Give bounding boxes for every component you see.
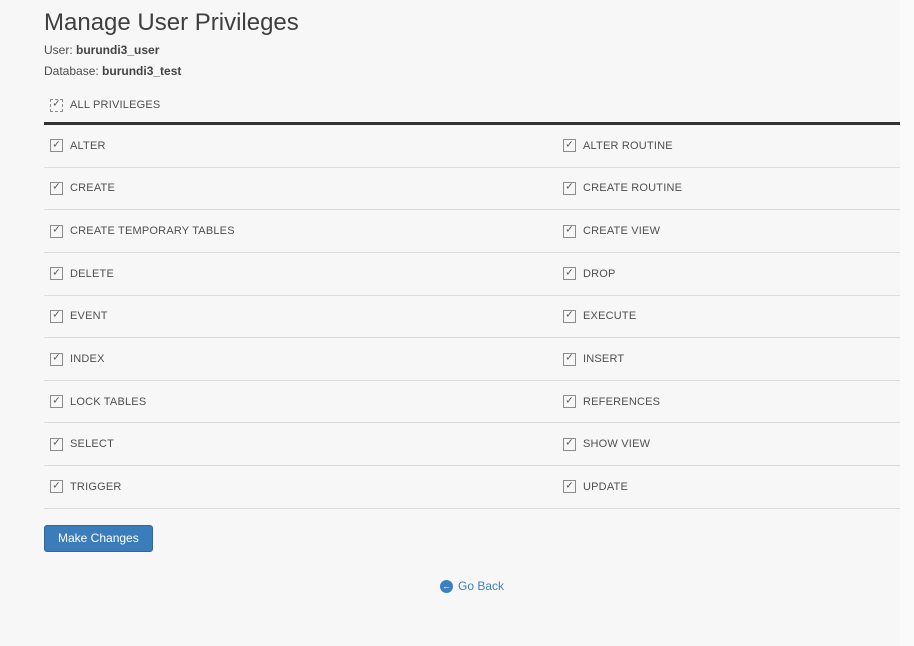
checkmark-icon: ✓: [52, 100, 60, 110]
privilege-label[interactable]: CREATE TEMPORARY TABLES: [70, 225, 235, 237]
privilege-label[interactable]: ALTER: [70, 140, 106, 152]
checkmark-icon: ✓: [52, 481, 60, 491]
privilege-label[interactable]: SHOW VIEW: [583, 438, 650, 450]
checkmark-icon: ✓: [565, 183, 573, 193]
privilege-row: ✓ EVENT ✓ EXECUTE: [44, 296, 900, 339]
checkmark-icon: ✓: [565, 311, 573, 321]
privilege-label[interactable]: ALTER ROUTINE: [583, 140, 673, 152]
privilege-cell: ✓ DROP: [563, 267, 900, 280]
privilege-checkbox[interactable]: ✓: [50, 267, 63, 280]
privilege-cell: ✓ INSERT: [563, 353, 900, 366]
checkmark-icon: ✓: [52, 140, 60, 150]
manage-privileges-page: Manage User Privileges User: burundi3_us…: [44, 0, 900, 594]
privilege-cell: ✓ CREATE TEMPORARY TABLES: [44, 225, 563, 238]
privilege-row: ✓ LOCK TABLES ✓ REFERENCES: [44, 381, 900, 424]
privilege-cell: ✓ TRIGGER: [44, 480, 563, 493]
database-line: Database: burundi3_test: [44, 64, 900, 79]
privilege-cell: ✓ CREATE: [44, 182, 563, 195]
privilege-cell: ✓ REFERENCES: [563, 395, 900, 408]
all-privileges-checkbox[interactable]: ✓: [50, 99, 63, 112]
privilege-label[interactable]: EVENT: [70, 310, 108, 322]
privilege-label[interactable]: REFERENCES: [583, 396, 660, 408]
privilege-checkbox[interactable]: ✓: [50, 353, 63, 366]
checkmark-icon: ✓: [565, 354, 573, 364]
checkmark-icon: ✓: [565, 268, 573, 278]
privilege-cell: ✓ ALTER ROUTINE: [563, 139, 900, 152]
privilege-label[interactable]: LOCK TABLES: [70, 396, 146, 408]
privilege-checkbox[interactable]: ✓: [50, 395, 63, 408]
privilege-cell: ✓ ALTER: [44, 139, 563, 152]
privilege-cell: ✓ EVENT: [44, 310, 563, 323]
privilege-label[interactable]: DELETE: [70, 268, 114, 280]
privilege-label[interactable]: CREATE: [70, 182, 115, 194]
go-back-link[interactable]: ← Go Back: [440, 579, 504, 593]
privilege-cell: ✓ UPDATE: [563, 480, 900, 493]
privilege-row: ✓ INDEX ✓ INSERT: [44, 338, 900, 381]
privilege-label[interactable]: DROP: [583, 268, 616, 280]
privilege-label[interactable]: EXECUTE: [583, 310, 636, 322]
checkmark-icon: ✓: [565, 481, 573, 491]
privilege-checkbox[interactable]: ✓: [563, 225, 576, 238]
privilege-row: ✓ CREATE ✓ CREATE ROUTINE: [44, 168, 900, 211]
privilege-checkbox[interactable]: ✓: [50, 438, 63, 451]
all-privileges-label[interactable]: ALL PRIVILEGES: [70, 99, 160, 111]
privilege-checkbox[interactable]: ✓: [563, 353, 576, 366]
go-back-container: ← Go Back: [44, 576, 900, 594]
user-value: burundi3_user: [76, 43, 159, 57]
privilege-cell: ✓ DELETE: [44, 267, 563, 280]
page-title: Manage User Privileges: [44, 8, 900, 38]
checkmark-icon: ✓: [52, 226, 60, 236]
checkmark-icon: ✓: [52, 311, 60, 321]
privilege-cell: ✓ INDEX: [44, 353, 563, 366]
privilege-checkbox[interactable]: ✓: [563, 438, 576, 451]
database-value: burundi3_test: [102, 64, 181, 78]
privilege-row: ✓ TRIGGER ✓ UPDATE: [44, 466, 900, 509]
checkmark-icon: ✓: [52, 439, 60, 449]
all-privileges-row: ✓ ALL PRIVILEGES: [44, 97, 900, 113]
privilege-label[interactable]: SELECT: [70, 438, 114, 450]
privilege-checkbox[interactable]: ✓: [563, 310, 576, 323]
privilege-row: ✓ DELETE ✓ DROP: [44, 253, 900, 296]
privilege-cell: ✓ LOCK TABLES: [44, 395, 563, 408]
privilege-checkbox[interactable]: ✓: [563, 395, 576, 408]
privilege-checkbox[interactable]: ✓: [50, 225, 63, 238]
checkmark-icon: ✓: [52, 396, 60, 406]
make-changes-button[interactable]: Make Changes: [44, 525, 153, 552]
privilege-checkbox[interactable]: ✓: [563, 480, 576, 493]
user-line: User: burundi3_user: [44, 43, 900, 58]
privilege-cell: ✓ CREATE VIEW: [563, 225, 900, 238]
privilege-row: ✓ CREATE TEMPORARY TABLES ✓ CREATE VIEW: [44, 210, 900, 253]
go-back-label: Go Back: [458, 579, 504, 593]
checkmark-icon: ✓: [565, 439, 573, 449]
privilege-cell: ✓ CREATE ROUTINE: [563, 182, 900, 195]
privilege-cell: ✓ EXECUTE: [563, 310, 900, 323]
privileges-table: ✓ ALTER ✓ ALTER ROUTINE ✓ CREATE ✓ CREATE ROUTI…: [44, 125, 900, 509]
privilege-label[interactable]: INSERT: [583, 353, 624, 365]
checkmark-icon: ✓: [52, 354, 60, 364]
privilege-checkbox[interactable]: ✓: [50, 480, 63, 493]
privilege-checkbox[interactable]: ✓: [50, 139, 63, 152]
privilege-label[interactable]: CREATE VIEW: [583, 225, 660, 237]
privilege-checkbox[interactable]: ✓: [50, 310, 63, 323]
user-label: User:: [44, 43, 73, 57]
privilege-checkbox[interactable]: ✓: [563, 267, 576, 280]
database-label: Database:: [44, 64, 99, 78]
privilege-label[interactable]: TRIGGER: [70, 481, 122, 493]
checkmark-icon: ✓: [52, 268, 60, 278]
privilege-row: ✓ ALTER ✓ ALTER ROUTINE: [44, 125, 900, 168]
privilege-row: ✓ SELECT ✓ SHOW VIEW: [44, 423, 900, 466]
privilege-label[interactable]: INDEX: [70, 353, 105, 365]
privilege-checkbox[interactable]: ✓: [563, 182, 576, 195]
privilege-checkbox[interactable]: ✓: [50, 182, 63, 195]
checkmark-icon: ✓: [565, 226, 573, 236]
checkmark-icon: ✓: [565, 140, 573, 150]
left-arrow-circle-icon: ←: [440, 580, 453, 593]
privilege-label[interactable]: CREATE ROUTINE: [583, 182, 682, 194]
checkmark-icon: ✓: [52, 183, 60, 193]
privilege-checkbox[interactable]: ✓: [563, 139, 576, 152]
privilege-cell: ✓ SHOW VIEW: [563, 438, 900, 451]
checkmark-icon: ✓: [565, 396, 573, 406]
privilege-label[interactable]: UPDATE: [583, 481, 628, 493]
privilege-cell: ✓ SELECT: [44, 438, 563, 451]
